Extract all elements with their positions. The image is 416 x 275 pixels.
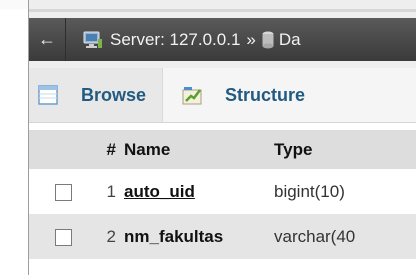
tab-structure[interactable]: Structure (163, 68, 321, 122)
table-row: 2 nm_fakultas varchar(40 (29, 214, 416, 259)
row-number: 2 (106, 226, 116, 246)
browse-table-icon (37, 84, 59, 106)
back-arrow-icon: ← (38, 29, 56, 49)
table-header-row: # Name Type (29, 130, 416, 169)
database-icon (262, 31, 274, 49)
back-arrow-button[interactable]: ← (29, 18, 66, 61)
row-number: 1 (106, 181, 116, 201)
breadcrumb-database-link[interactable]: Da (279, 30, 301, 50)
tab-structure-label: Structure (225, 84, 306, 105)
column-name-link[interactable]: auto_uid (124, 182, 195, 201)
header-check-cell (29, 130, 92, 169)
header-name[interactable]: Name (124, 130, 274, 169)
row-checkbox[interactable] (54, 183, 72, 201)
breadcrumb-server-link[interactable]: Server: 127.0.0.1 (110, 30, 240, 50)
top-divider (29, 9, 416, 12)
tab-browse[interactable]: Browse (29, 68, 164, 122)
header-num: # (106, 139, 116, 159)
row-checkbox[interactable] (54, 228, 72, 246)
server-icon (83, 30, 103, 50)
column-type: varchar(40 (274, 226, 356, 246)
breadcrumb: ← Server: 127.0.0.1 » Da (29, 18, 416, 61)
tab-browse-label: Browse (81, 84, 147, 105)
tab-bar: Browse Structure (29, 68, 416, 123)
structure-table: # Name Type 1 auto_uid bigint(10) 2 nm_f… (29, 130, 416, 259)
breadcrumb-separator: » (246, 29, 256, 49)
header-type[interactable]: Type (274, 130, 416, 169)
table-row: 1 auto_uid bigint(10) (29, 169, 416, 214)
structure-icon (181, 84, 203, 106)
column-type: bigint(10) (274, 181, 345, 201)
column-name: nm_fakultas (124, 226, 224, 246)
